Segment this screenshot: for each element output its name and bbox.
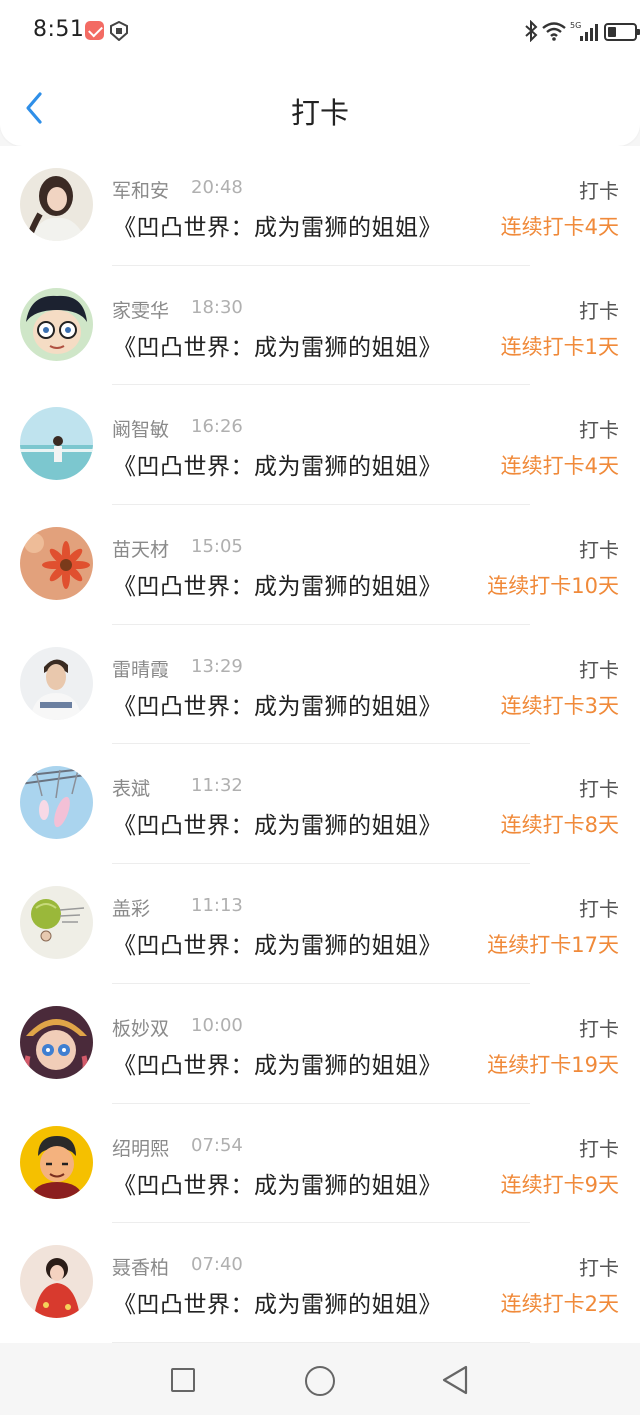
book-title: 《凹凸世界：成为雷狮的姐姐》 bbox=[113, 1172, 442, 1199]
checkin-time: 07:54 bbox=[191, 1134, 243, 1156]
checkin-time: 13:29 bbox=[191, 655, 243, 677]
checkin-row[interactable]: 雷晴霞 13:29 《凹凸世界：成为雷狮的姐姐》 打卡 连续打卡3天 bbox=[0, 624, 640, 745]
streak-label: 连续打卡17天 bbox=[487, 933, 619, 958]
streak-label: 连续打卡1天 bbox=[500, 334, 619, 359]
avatar[interactable] bbox=[20, 287, 93, 361]
checkin-row[interactable]: 苗天材 15:05 《凹凸世界：成为雷狮的姐姐》 打卡 连续打卡10天 bbox=[0, 505, 640, 625]
user-name: 聂香柏 bbox=[112, 1257, 170, 1280]
checkin-time: 11:13 bbox=[191, 895, 243, 917]
status-bar: 8:51 5G bbox=[0, 0, 640, 62]
streak-label: 连续打卡3天 bbox=[500, 693, 619, 718]
checkin-row[interactable]: 盖彩 11:13 《凹凸世界：成为雷狮的姐姐》 打卡 连续打卡17天 bbox=[0, 864, 640, 984]
checkin-label: 打卡 bbox=[579, 1016, 619, 1041]
checkin-label: 打卡 bbox=[579, 1136, 619, 1161]
book-title: 《凹凸世界：成为雷狮的姐姐》 bbox=[113, 1292, 442, 1319]
user-name: 苗天材 bbox=[112, 539, 170, 562]
user-name: 阚智敏 bbox=[112, 419, 170, 442]
checkin-row[interactable]: 绍明熙 07:54 《凹凸世界：成为雷狮的姐姐》 打卡 连续打卡9天 bbox=[0, 1103, 640, 1224]
checkin-row[interactable]: 聂香柏 07:40 《凹凸世界：成为雷狮的姐姐》 打卡 连续打卡2天 bbox=[0, 1223, 640, 1343]
checkin-time: 11:32 bbox=[191, 775, 243, 797]
shield-notification-icon bbox=[110, 21, 128, 41]
home-button[interactable] bbox=[305, 1366, 335, 1396]
avatar[interactable] bbox=[20, 168, 93, 241]
checkin-time: 15:05 bbox=[191, 536, 243, 558]
checkin-row[interactable]: 表斌 11:32 《凹凸世界：成为雷狮的姐姐》 打卡 连续打卡8天 bbox=[0, 744, 640, 865]
checkin-row[interactable]: 板妙双 10:00 《凹凸世界：成为雷狮的姐姐》 打卡 连续打卡19天 bbox=[0, 983, 640, 1104]
checkin-label: 打卡 bbox=[579, 179, 619, 203]
top-card: 8:51 5G 打卡 bbox=[0, 0, 640, 146]
user-name: 表斌 bbox=[112, 778, 151, 801]
recent-apps-button[interactable] bbox=[171, 1368, 195, 1392]
checkin-row[interactable]: 军和安 20:48 《凹凸世界：成为雷狮的姐姐》 打卡 连续打卡4天 bbox=[0, 146, 640, 266]
signal-5g-icon: 5G bbox=[570, 21, 598, 41]
avatar[interactable] bbox=[20, 886, 93, 960]
user-name: 盖彩 bbox=[112, 898, 151, 921]
streak-label: 连续打卡10天 bbox=[487, 574, 619, 599]
checkin-row[interactable]: 阚智敏 16:26 《凹凸世界：成为雷狮的姐姐》 打卡 连续打卡4天 bbox=[0, 385, 640, 506]
avatar[interactable] bbox=[20, 646, 93, 720]
avatar[interactable] bbox=[20, 1245, 93, 1319]
user-name: 家雯华 bbox=[112, 299, 170, 322]
avatar[interactable] bbox=[20, 766, 93, 840]
book-title: 《凹凸世界：成为雷狮的姐姐》 bbox=[113, 574, 442, 601]
book-title: 《凹凸世界：成为雷狮的姐姐》 bbox=[113, 334, 442, 361]
battery-icon bbox=[604, 23, 640, 41]
avatar[interactable] bbox=[20, 407, 93, 481]
avatar[interactable] bbox=[20, 527, 93, 601]
streak-label: 连续打卡8天 bbox=[500, 813, 619, 838]
status-time: 8:51 bbox=[33, 17, 85, 42]
checkin-row[interactable]: 家雯华 18:30 《凹凸世界：成为雷狮的姐姐》 打卡 连续打卡1天 bbox=[0, 265, 640, 386]
book-title: 《凹凸世界：成为雷狮的姐姐》 bbox=[113, 215, 442, 241]
nav-back-icon[interactable] bbox=[440, 1364, 470, 1396]
page-title: 打卡 bbox=[290, 96, 349, 130]
book-title: 《凹凸世界：成为雷狮的姐姐》 bbox=[113, 933, 442, 960]
checkin-list: 军和安 20:48 《凹凸世界：成为雷狮的姐姐》 打卡 连续打卡4天 家雯华 1… bbox=[0, 146, 640, 1343]
user-name: 板妙双 bbox=[112, 1017, 170, 1040]
mail-notification-icon bbox=[85, 21, 104, 40]
checkin-time: 10:00 bbox=[191, 1014, 243, 1036]
checkin-label: 打卡 bbox=[579, 538, 619, 563]
screen: 8:51 5G 打卡 军和安 20:48 《凹凸世界：成为雷狮的姐姐》 打卡 连… bbox=[0, 0, 640, 1415]
book-title: 《凹凸世界：成为雷狮的姐姐》 bbox=[113, 693, 442, 720]
streak-label: 连续打卡19天 bbox=[487, 1052, 619, 1077]
checkin-label: 打卡 bbox=[579, 777, 619, 802]
checkin-time: 18:30 bbox=[191, 296, 243, 318]
checkin-label: 打卡 bbox=[579, 298, 619, 323]
wifi-icon bbox=[542, 22, 566, 41]
book-title: 《凹凸世界：成为雷狮的姐姐》 bbox=[113, 813, 442, 840]
user-name: 绍明熙 bbox=[112, 1137, 170, 1160]
header: 打卡 bbox=[0, 62, 640, 146]
bluetooth-icon bbox=[525, 20, 538, 42]
checkin-label: 打卡 bbox=[579, 657, 619, 682]
checkin-time: 20:48 bbox=[191, 177, 243, 198]
network-label: 5G bbox=[570, 21, 581, 30]
book-title: 《凹凸世界：成为雷狮的姐姐》 bbox=[113, 1052, 442, 1079]
streak-label: 连续打卡4天 bbox=[500, 454, 619, 479]
system-nav-bar bbox=[0, 1346, 640, 1415]
avatar[interactable] bbox=[20, 1125, 93, 1199]
user-name: 雷晴霞 bbox=[112, 658, 170, 681]
checkin-label: 打卡 bbox=[579, 418, 619, 443]
checkin-label: 打卡 bbox=[579, 1256, 619, 1281]
checkin-time: 16:26 bbox=[191, 416, 243, 438]
book-title: 《凹凸世界：成为雷狮的姐姐》 bbox=[113, 454, 442, 481]
streak-label: 连续打卡9天 bbox=[500, 1172, 619, 1197]
streak-label: 连续打卡4天 bbox=[500, 215, 619, 239]
checkin-label: 打卡 bbox=[579, 897, 619, 922]
checkin-time: 07:40 bbox=[191, 1254, 243, 1276]
streak-label: 连续打卡2天 bbox=[500, 1292, 619, 1317]
avatar[interactable] bbox=[20, 1005, 93, 1079]
user-name: 军和安 bbox=[112, 180, 170, 202]
